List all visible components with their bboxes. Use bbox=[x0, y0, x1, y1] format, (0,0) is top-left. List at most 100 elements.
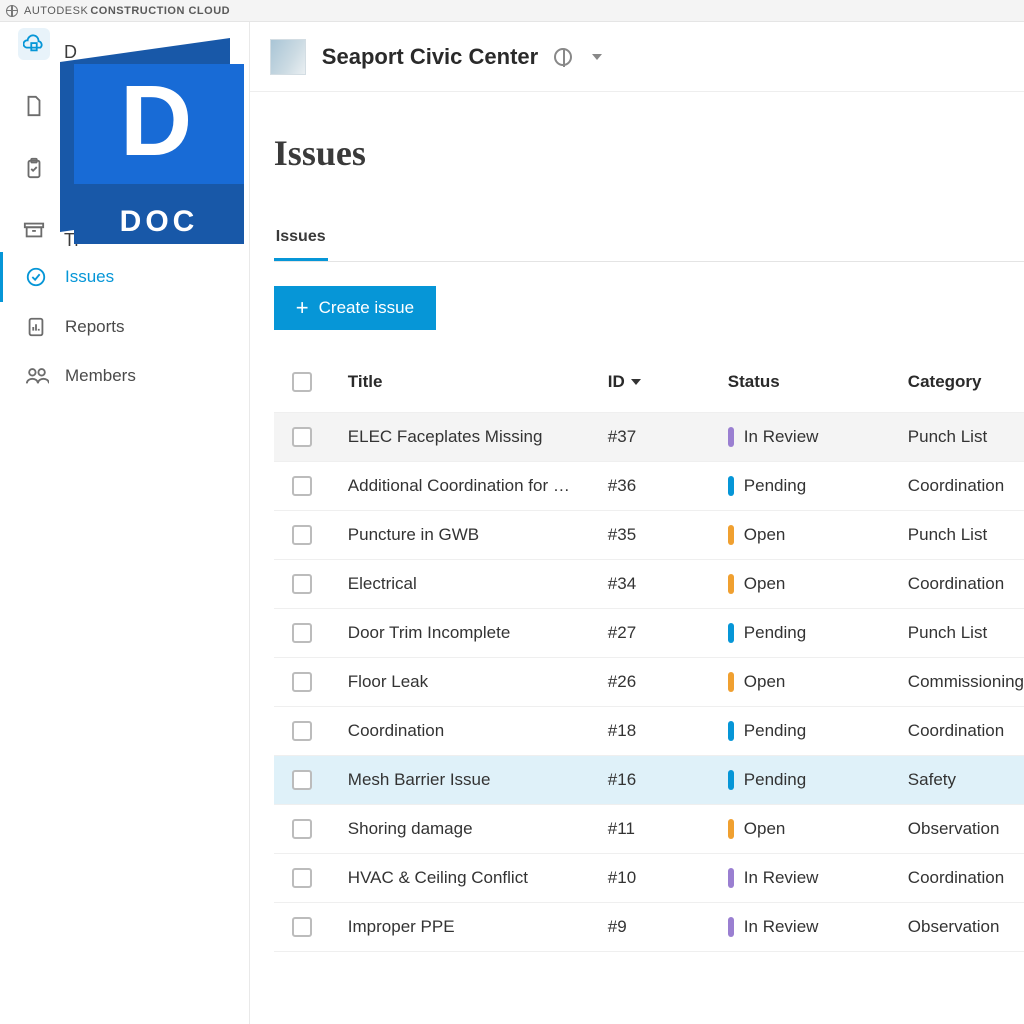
sidebar-item-issues[interactable]: Issues bbox=[0, 252, 249, 302]
row-checkbox[interactable] bbox=[292, 917, 312, 937]
project-name[interactable]: Seaport Civic Center bbox=[322, 44, 538, 70]
table-row[interactable]: Coordination#18PendingCoordination bbox=[274, 707, 1024, 756]
col-title[interactable]: Title bbox=[348, 372, 608, 392]
issue-status: Open bbox=[728, 819, 908, 839]
table-row[interactable]: Puncture in GWB#35OpenPunch List bbox=[274, 511, 1024, 560]
sidebar-item-reports[interactable]: Reports bbox=[0, 302, 249, 352]
row-checkbox[interactable] bbox=[292, 672, 312, 692]
status-pill-icon bbox=[728, 427, 734, 447]
checkbox-all[interactable] bbox=[292, 372, 312, 392]
row-checkbox[interactable] bbox=[292, 525, 312, 545]
sidebar-item-label: Issues bbox=[65, 267, 114, 287]
tool-home[interactable] bbox=[18, 28, 50, 60]
issue-category: Punch List bbox=[908, 427, 1024, 447]
status-pill-icon bbox=[728, 721, 734, 741]
issue-status: Pending bbox=[728, 721, 908, 741]
issue-status: Pending bbox=[728, 476, 908, 496]
table-row[interactable]: Mesh Barrier Issue#16PendingSafety bbox=[274, 756, 1024, 805]
issue-id: #36 bbox=[608, 476, 728, 496]
status-pill-icon bbox=[728, 770, 734, 790]
issue-category: Observation bbox=[908, 819, 1024, 839]
issues-table: Title ID Status Category ELEC Faceplates… bbox=[274, 352, 1024, 952]
row-checkbox[interactable] bbox=[292, 770, 312, 790]
tab-issues[interactable]: Issues bbox=[274, 218, 328, 261]
table-row[interactable]: Door Trim Incomplete#27PendingPunch List bbox=[274, 609, 1024, 658]
sidebar-item-members[interactable]: Members bbox=[0, 352, 249, 400]
globe-icon bbox=[554, 48, 572, 66]
brand-suffix: CONSTRUCTION CLOUD bbox=[90, 5, 230, 17]
brand-prefix: AUTODESK bbox=[24, 5, 88, 17]
issue-title: Improper PPE bbox=[348, 917, 608, 937]
row-checkbox[interactable] bbox=[292, 427, 312, 447]
chevron-down-icon[interactable] bbox=[592, 54, 602, 60]
issue-title: Puncture in GWB bbox=[348, 525, 608, 545]
col-status[interactable]: Status bbox=[728, 372, 908, 392]
issue-id: #10 bbox=[608, 868, 728, 888]
doc-logo-letter: D bbox=[120, 64, 192, 179]
doc-logo-overlay: D DOC bbox=[60, 50, 238, 228]
members-icon bbox=[25, 366, 47, 386]
table-header: Title ID Status Category bbox=[274, 352, 1024, 413]
status-pill-icon bbox=[728, 574, 734, 594]
tool-files[interactable] bbox=[18, 90, 50, 122]
table-row[interactable]: Floor Leak#26OpenCommissioning bbox=[274, 658, 1024, 707]
issue-status: In Review bbox=[728, 917, 908, 937]
issue-title: Shoring damage bbox=[348, 819, 608, 839]
sidebar-item-label: Members bbox=[65, 366, 136, 386]
issue-id: #37 bbox=[608, 427, 728, 447]
main: Seaport Civic Center Issues Issues + Cre… bbox=[250, 22, 1024, 1024]
issue-title: Floor Leak bbox=[348, 672, 608, 692]
tool-clipboard[interactable] bbox=[18, 152, 50, 184]
create-issue-label: Create issue bbox=[319, 298, 414, 318]
issue-id: #34 bbox=[608, 574, 728, 594]
row-checkbox[interactable] bbox=[292, 574, 312, 594]
table-row[interactable]: ELEC Faceplates Missing#37In ReviewPunch… bbox=[274, 413, 1024, 462]
col-category[interactable]: Category bbox=[908, 372, 1024, 392]
issue-title: HVAC & Ceiling Conflict bbox=[348, 868, 608, 888]
issue-status: In Review bbox=[728, 868, 908, 888]
issue-id: #11 bbox=[608, 819, 728, 839]
issue-category: Coordination bbox=[908, 476, 1024, 496]
issue-id: #9 bbox=[608, 917, 728, 937]
brand-bar: AUTODESK CONSTRUCTION CLOUD bbox=[0, 0, 1024, 22]
col-id[interactable]: ID bbox=[608, 372, 728, 392]
issue-status: Open bbox=[728, 672, 908, 692]
table-row[interactable]: Shoring damage#11OpenObservation bbox=[274, 805, 1024, 854]
project-thumbnail[interactable] bbox=[270, 39, 306, 75]
sort-desc-icon bbox=[631, 379, 641, 385]
row-checkbox[interactable] bbox=[292, 868, 312, 888]
row-checkbox[interactable] bbox=[292, 721, 312, 741]
table-row[interactable]: Electrical#34OpenCoordination bbox=[274, 560, 1024, 609]
row-checkbox[interactable] bbox=[292, 819, 312, 839]
row-checkbox[interactable] bbox=[292, 623, 312, 643]
create-issue-button[interactable]: + Create issue bbox=[274, 286, 436, 330]
project-header: Seaport Civic Center bbox=[250, 22, 1024, 92]
issue-status: Pending bbox=[728, 770, 908, 790]
tool-archive[interactable] bbox=[18, 214, 50, 246]
sidebar: D bbox=[0, 22, 250, 1024]
issue-title: ELEC Faceplates Missing bbox=[348, 427, 608, 447]
issue-title: Additional Coordination for … bbox=[348, 476, 608, 496]
issue-category: Punch List bbox=[908, 525, 1024, 545]
table-row[interactable]: Improper PPE#9In ReviewObservation bbox=[274, 903, 1024, 952]
clipboard-icon bbox=[24, 157, 44, 179]
sidebar-item-label: Reports bbox=[65, 317, 125, 337]
issue-id: #35 bbox=[608, 525, 728, 545]
status-pill-icon bbox=[728, 868, 734, 888]
issue-category: Commissioning bbox=[908, 672, 1024, 692]
doc-logo-label: DOC bbox=[74, 200, 244, 244]
status-pill-icon bbox=[728, 819, 734, 839]
issue-category: Punch List bbox=[908, 623, 1024, 643]
status-pill-icon bbox=[728, 476, 734, 496]
table-row[interactable]: Additional Coordination for …#36PendingC… bbox=[274, 462, 1024, 511]
issue-category: Coordination bbox=[908, 574, 1024, 594]
issue-category: Observation bbox=[908, 917, 1024, 937]
page-title: Issues bbox=[274, 132, 1024, 174]
report-icon bbox=[25, 316, 47, 338]
tabs: Issues bbox=[274, 218, 1024, 262]
archive-icon bbox=[23, 221, 45, 239]
check-circle-icon bbox=[25, 266, 47, 288]
table-row[interactable]: HVAC & Ceiling Conflict#10In ReviewCoord… bbox=[274, 854, 1024, 903]
row-checkbox[interactable] bbox=[292, 476, 312, 496]
issue-category: Safety bbox=[908, 770, 1024, 790]
